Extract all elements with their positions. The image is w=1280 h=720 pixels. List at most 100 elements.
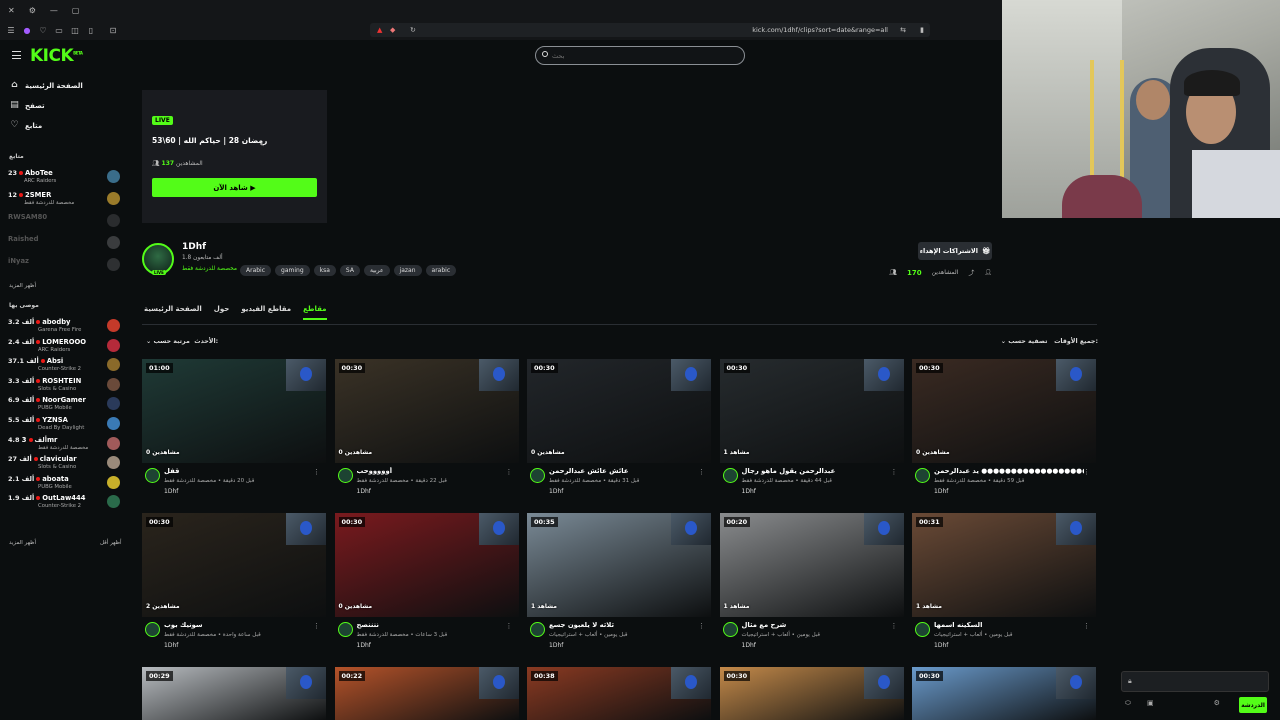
bookmark-icon[interactable]: ▮ bbox=[920, 26, 924, 34]
more-options-icon[interactable]: ⋮ bbox=[698, 622, 705, 630]
extension-icon[interactable]: ● bbox=[22, 25, 32, 35]
tag-chip[interactable]: arabic bbox=[425, 265, 457, 276]
clip-card[interactable]: 00:30 2 مشاهدين سونيك بوب قبل ساعة واحدة • … bbox=[142, 513, 326, 653]
more-options-icon[interactable]: ⋮ bbox=[506, 622, 513, 630]
clip-card[interactable]: 00:30 1 مشاهد عبدالرحمن يقول ماهو رجال قبل … bbox=[719, 359, 904, 499]
clip-author[interactable]: 1Dhf bbox=[742, 642, 756, 649]
tag-chip[interactable]: Arabic bbox=[240, 265, 272, 276]
sidebar-channel[interactable]: 27 ألف clavicular Slots & Casino bbox=[8, 454, 120, 474]
sidebar-nav-2[interactable]: ▤ تصفح bbox=[10, 101, 44, 110]
clip-thumbnail[interactable]: 00:30 bbox=[719, 667, 904, 720]
show-more-link[interactable]: أظهر المزيد bbox=[9, 283, 36, 289]
avatar[interactable] bbox=[530, 468, 545, 483]
clip-card[interactable]: 00:29 bbox=[142, 667, 326, 720]
sidebar-channel[interactable]: 2.1 ألف aboata PUBG Mobile bbox=[8, 474, 120, 494]
address-bar[interactable]: ▲ ◆ ↻ kick.com/1dhf/clips?sort=date&rang… bbox=[370, 23, 930, 37]
more-options-icon[interactable]: ⋮ bbox=[1083, 622, 1090, 630]
heart-icon[interactable]: ♡ bbox=[38, 25, 48, 35]
sidebar-channel[interactable]: 23 AboTee ARC Raiders bbox=[8, 168, 120, 188]
clip-card[interactable]: 00:22 bbox=[334, 667, 519, 720]
clip-title[interactable]: قفل bbox=[164, 467, 179, 475]
panel-icon[interactable]: ▯ bbox=[86, 25, 96, 35]
clip-title[interactable]: أوووووحب bbox=[357, 467, 393, 475]
clip-card[interactable]: 00:31 1 مشاهد السكينه اسمها قبل يومين • ألع… bbox=[912, 513, 1096, 653]
sidebar-channel[interactable]: 5.5 ألف YZNSA Dead By Daylight bbox=[8, 415, 120, 435]
sidebar-channel[interactable]: 3.2 ألف abodby Garena Free Fire bbox=[8, 317, 120, 337]
avatar[interactable] bbox=[915, 468, 930, 483]
translate-icon[interactable]: ⇆ bbox=[900, 26, 906, 34]
clip-title[interactable]: عبدالرحمن يقول ماهو رجال bbox=[742, 467, 836, 475]
clip-thumbnail[interactable]: 00:38 bbox=[527, 667, 711, 720]
clip-card[interactable]: 00:20 1 مشاهد شرح مع مثال قبل يومين • ألعاب… bbox=[719, 513, 904, 653]
follow-icon[interactable]: 👤︎ bbox=[984, 269, 992, 276]
chat-input[interactable]: 🔒︎ bbox=[1121, 671, 1269, 692]
more-options-icon[interactable]: ⋮ bbox=[891, 622, 898, 630]
clip-card[interactable]: 00:30 0 مشاهدين أوووووحب قبل 22 دقيقة • مخص… bbox=[334, 359, 519, 499]
clip-author[interactable]: 1Dhf bbox=[934, 642, 948, 649]
tag-chip[interactable]: SA bbox=[339, 265, 360, 276]
clip-thumbnail[interactable]: 00:31 1 مشاهد bbox=[912, 513, 1096, 617]
more-options-icon[interactable]: ⋮ bbox=[698, 468, 705, 476]
screenshot-icon[interactable]: ⊡ bbox=[108, 25, 118, 35]
clip-author[interactable]: 1Dhf bbox=[549, 642, 563, 649]
clip-card[interactable]: 00:30 0 مشاهدين عائش عائش عبدالرحمن قبل 31 … bbox=[527, 359, 711, 499]
clip-thumbnail[interactable]: 00:30 bbox=[912, 667, 1096, 720]
search-bar[interactable] bbox=[535, 46, 745, 65]
avatar[interactable] bbox=[530, 622, 545, 637]
clip-title[interactable]: عائش عائش عبدالرحمن bbox=[549, 467, 628, 475]
sidebar-channel[interactable]: iNyaz bbox=[8, 256, 120, 276]
avatar[interactable] bbox=[722, 468, 738, 483]
minimize-window-icon[interactable]: — bbox=[50, 6, 58, 15]
watch-now-button[interactable]: شاهد الآن ▶ bbox=[152, 178, 317, 197]
sidebar-channel[interactable]: 6.9 ألف NoorGamer PUBG Mobile bbox=[8, 395, 120, 415]
sidebar-nav-1[interactable]: ⌂ الصفحة الرئيسية bbox=[10, 81, 83, 90]
split-view-icon[interactable]: ◫ bbox=[70, 25, 80, 35]
settings-icon[interactable]: ⚙ bbox=[29, 6, 36, 15]
clip-thumbnail[interactable]: 00:30 0 مشاهدين bbox=[334, 513, 519, 617]
sidebar-channel[interactable]: 37.1 ألف Absi Counter-Strike 2 bbox=[8, 356, 120, 376]
sidebar-channel[interactable]: 3.3 ألف ROSHTEIN Slots & Casino bbox=[8, 376, 120, 396]
sidebar-nav-3[interactable]: ♡ متابع bbox=[10, 121, 42, 130]
clip-thumbnail[interactable]: 01:00 0 مشاهدين bbox=[142, 359, 326, 463]
clip-author[interactable]: 1Dhf bbox=[549, 488, 563, 495]
clip-title[interactable]: شرح مع مثال bbox=[742, 621, 787, 629]
show-more-link[interactable]: أظهر المزيد bbox=[9, 540, 36, 546]
sidebar-channel[interactable]: 4.8 ألف3mr مخصصة للدردشة فقط bbox=[8, 435, 120, 455]
tab-4[interactable]: مقاطع bbox=[303, 305, 327, 320]
clip-author[interactable]: 1Dhf bbox=[357, 488, 371, 495]
tabs-icon[interactable]: ▭ bbox=[54, 25, 64, 35]
clip-author[interactable]: 1Dhf bbox=[934, 488, 948, 495]
clip-author[interactable]: 1Dhf bbox=[357, 642, 371, 649]
clip-card[interactable]: 00:30 0 مشاهدين ننننصح قبل 3 ساعات • مخصصة … bbox=[334, 513, 519, 653]
mute-icon[interactable]: 🔇︎ bbox=[260, 140, 264, 149]
sort-dropdown[interactable]: ⌄ الأحدث مرتبة حسب: bbox=[146, 338, 218, 345]
clip-card[interactable]: 00:38 bbox=[527, 667, 711, 720]
avatar[interactable] bbox=[337, 468, 353, 483]
clip-thumbnail[interactable]: 00:30 0 مشاهدين bbox=[912, 359, 1096, 463]
more-options-icon[interactable]: ⋮ bbox=[891, 468, 898, 476]
clip-thumbnail[interactable]: 00:35 1 مشاهد bbox=[527, 513, 711, 617]
more-options-icon[interactable]: ⋮ bbox=[313, 468, 320, 476]
url-text[interactable]: kick.com/1dhf/clips?sort=date&range=all bbox=[752, 26, 888, 34]
clip-thumbnail[interactable]: 00:30 1 مشاهد bbox=[719, 359, 904, 463]
clip-thumbnail[interactable]: 00:29 bbox=[142, 667, 326, 720]
filter-dropdown[interactable]: ⌄ جميع الأوقات تصفية حسب: bbox=[1001, 338, 1098, 345]
menu-icon[interactable] bbox=[12, 51, 21, 59]
clip-author[interactable]: 1Dhf bbox=[742, 488, 756, 495]
clip-thumbnail[interactable]: 00:30 2 مشاهدين bbox=[142, 513, 326, 617]
share-icon[interactable]: ⤴ bbox=[968, 268, 974, 277]
live-preview-card[interactable]: LIVE رمضان 28 | حياكم الله | 60\53 🔇︎ 👥︎… bbox=[142, 90, 327, 223]
search-input[interactable] bbox=[552, 49, 732, 62]
avatar[interactable] bbox=[337, 622, 353, 637]
avatar[interactable] bbox=[722, 622, 738, 637]
sidebar-channel[interactable]: RWSAM80 bbox=[8, 212, 120, 232]
tag-chip[interactable]: gaming bbox=[275, 265, 310, 276]
close-window-icon[interactable]: ✕ bbox=[8, 6, 15, 15]
clip-title[interactable]: يد عبدالرحمن ●●●●●●●●●●●●●●●●●●● bbox=[934, 467, 1084, 475]
clip-card[interactable]: 00:30 bbox=[719, 667, 904, 720]
tag-chip[interactable]: عربية bbox=[363, 265, 390, 276]
chat-send-button[interactable]: الدردشة bbox=[1239, 697, 1267, 713]
clip-thumbnail[interactable]: 00:20 1 مشاهد bbox=[719, 513, 904, 617]
tab-2[interactable]: حول bbox=[214, 305, 230, 320]
maximize-window-icon[interactable]: ▢ bbox=[72, 6, 80, 15]
